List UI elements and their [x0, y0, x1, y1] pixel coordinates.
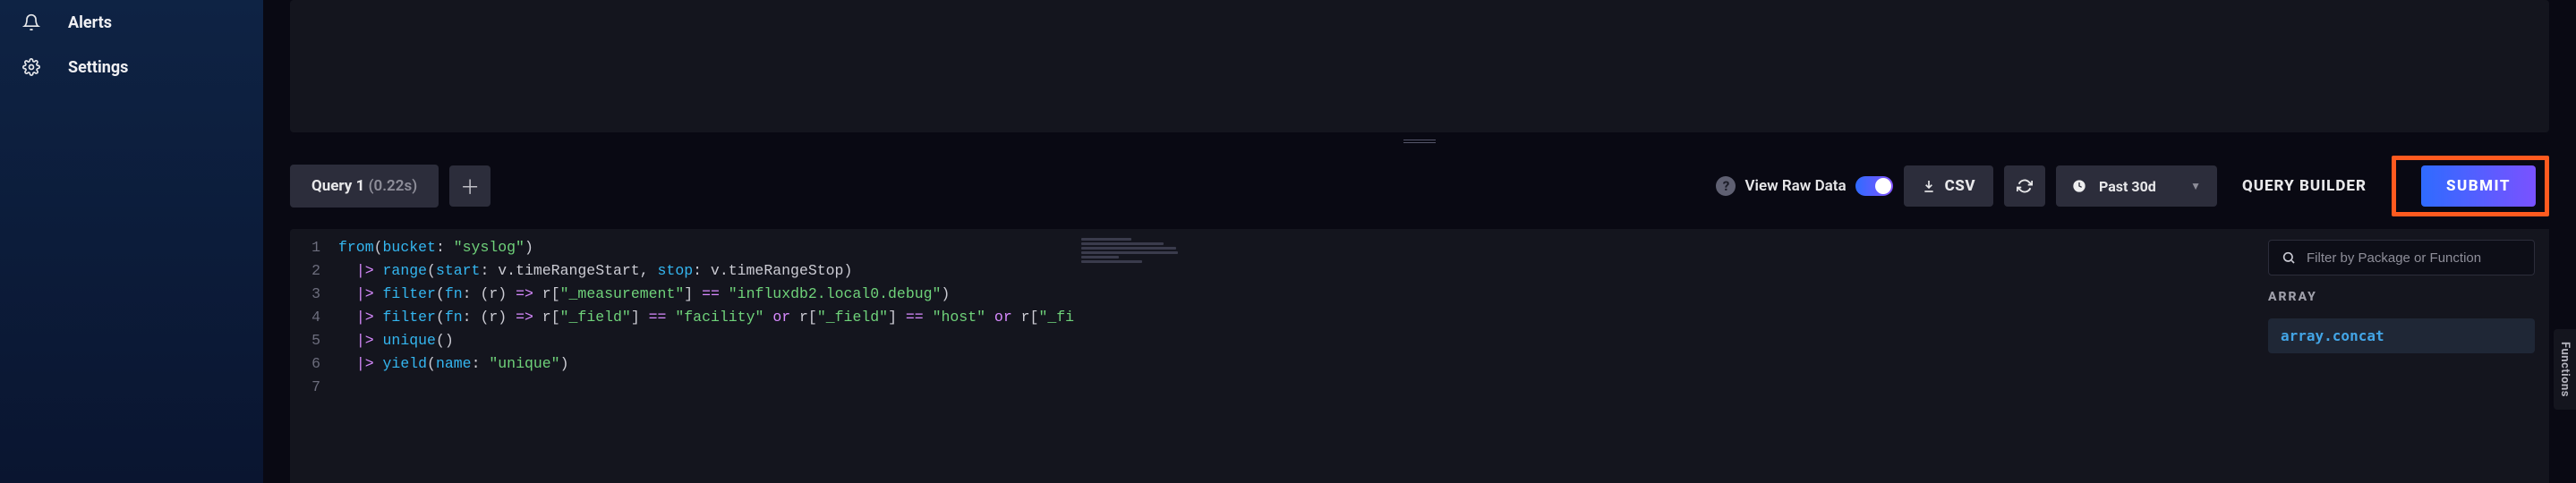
add-query-button[interactable]: ＋ — [449, 165, 490, 207]
query-toolbar: Query 1 (0.22s) ＋ ? View Raw Data CSV — [263, 132, 2576, 229]
raw-data-toggle-group: ? View Raw Data — [1716, 176, 1892, 196]
visualization-area — [290, 0, 2549, 132]
search-icon — [2282, 250, 2296, 265]
query-duration: (0.22s) — [369, 177, 418, 195]
function-filter-input[interactable] — [2307, 250, 2521, 266]
gear-icon — [21, 57, 41, 77]
query-builder-button[interactable]: QUERY BUILDER — [2228, 165, 2381, 207]
line-gutter: 1234567 — [290, 229, 329, 483]
flux-editor[interactable]: 1234567 from(bucket: "syslog") |> range(… — [290, 229, 2254, 483]
code-content[interactable]: from(bucket: "syslog") |> range(start: v… — [329, 229, 1074, 483]
resize-handle[interactable] — [1403, 140, 1436, 147]
raw-data-label: View Raw Data — [1744, 177, 1846, 195]
query-tab-label: Query 1 — [311, 177, 364, 195]
sidebar-item-label: Alerts — [68, 13, 112, 32]
functions-side-tab[interactable]: Functions — [2554, 329, 2576, 410]
time-range-label: Past 30d — [2099, 178, 2178, 195]
time-range-dropdown[interactable]: Past 30d ▼ — [2056, 165, 2217, 207]
bell-icon — [21, 13, 41, 32]
download-icon — [1922, 179, 1936, 193]
sidebar-item-settings[interactable]: Settings — [0, 45, 263, 89]
query-tab[interactable]: Query 1 (0.22s) — [290, 165, 439, 208]
csv-label: CSV — [1945, 177, 1975, 195]
minimap[interactable] — [1074, 229, 1181, 483]
refresh-icon — [2017, 178, 2033, 194]
csv-button[interactable]: CSV — [1904, 165, 1993, 207]
refresh-button[interactable] — [2004, 165, 2045, 207]
function-filter[interactable] — [2268, 240, 2535, 275]
functions-panel: ARRAY array.concat — [2254, 229, 2549, 483]
clock-icon — [2072, 179, 2086, 193]
function-item[interactable]: array.concat — [2268, 318, 2535, 353]
chevron-down-icon: ▼ — [2190, 180, 2201, 192]
sidebar-item-alerts[interactable]: Alerts — [0, 0, 263, 45]
submit-highlight: SUBMIT — [2392, 156, 2549, 216]
raw-data-toggle[interactable] — [1855, 176, 1893, 196]
help-icon[interactable]: ? — [1716, 176, 1736, 196]
function-group-title: ARRAY — [2268, 290, 2535, 304]
submit-button[interactable]: SUBMIT — [2421, 165, 2536, 207]
sidebar: Alerts Settings — [0, 0, 263, 483]
plus-icon: ＋ — [460, 172, 480, 200]
sidebar-item-label: Settings — [68, 58, 128, 77]
